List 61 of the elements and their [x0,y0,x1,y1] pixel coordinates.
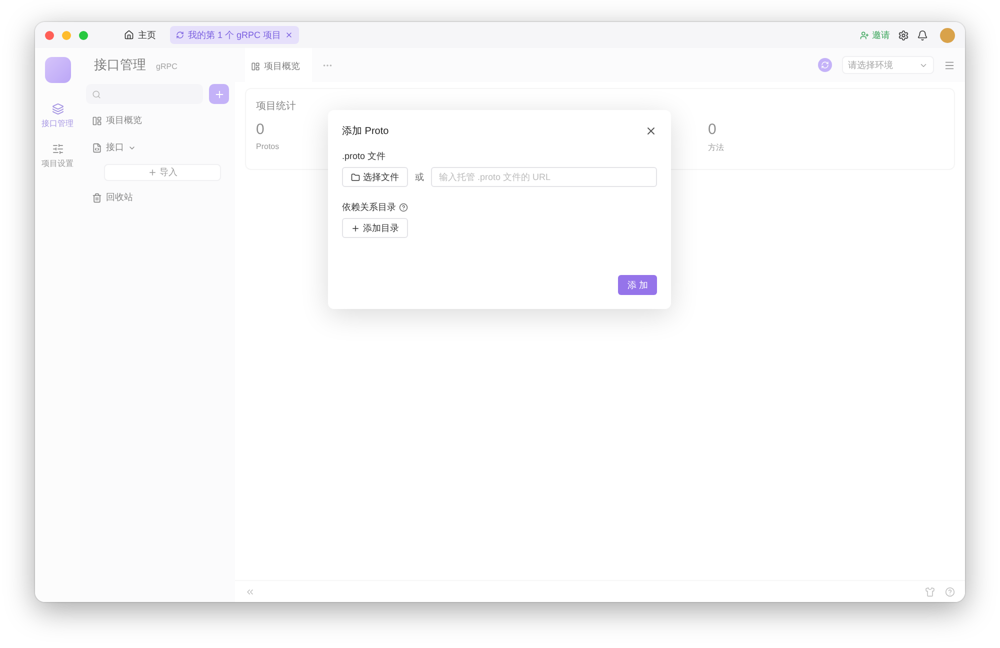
settings-icon[interactable] [898,30,909,40]
layout-icon [92,116,102,126]
close-icon[interactable] [285,31,294,39]
choose-file-button[interactable]: 选择文件 [342,167,408,187]
stat-value: 0 [708,121,718,138]
bell-icon[interactable] [917,30,928,40]
plus-icon [214,88,224,100]
or-text: 或 [415,170,424,184]
layout-icon [251,62,260,70]
app-logo [44,57,70,83]
folder-icon [351,172,360,182]
search-icon [92,90,101,98]
sidebar-item-label: 项目概览 [106,114,142,127]
plus-icon [351,224,360,232]
code-icon [92,142,102,152]
window-tab[interactable]: 主页 [118,26,162,44]
invite-button[interactable]: 邀请 [860,28,890,42]
sidebar-item-label: 回收站 [106,191,133,204]
add-user-icon [860,30,869,40]
close-light[interactable] [45,30,54,40]
url-input[interactable]: 输入托管 .proto 文件的 URL [431,167,657,187]
sidebar-item-label: 接口 [106,141,124,154]
add-button[interactable] [209,84,229,104]
stat-label: 方法 [708,142,724,153]
stat-label: Protos [256,142,280,151]
sidebar-item[interactable]: 接口 [86,137,229,158]
sync-button[interactable] [818,58,832,72]
close-button[interactable] [645,125,657,137]
sync-icon [821,61,829,69]
submit-button[interactable]: 添 加 [618,275,657,295]
sync-icon [176,31,184,39]
search-field[interactable] [86,84,203,104]
stat-value: 0 [256,121,266,138]
sidebar-subtitle: gRPC [156,62,178,71]
collapse-icon[interactable] [245,586,255,596]
rail-item[interactable]: 项目设置 [42,143,74,169]
field-label: .proto 文件 [342,150,387,163]
menu-icon[interactable] [944,60,955,70]
environment-select[interactable]: 请选择环境 [842,56,934,74]
zoom-light[interactable] [79,30,88,40]
rail-item[interactable]: 接口管理 [42,103,74,129]
settings-icon [52,143,64,155]
sidebar-item[interactable]: 项目概览 [86,110,229,131]
sidebar-title: 接口管理 [94,56,146,74]
shirt-icon[interactable] [925,586,935,596]
trash-icon [92,192,102,202]
window-tab[interactable]: 我的第 1 个 gRPC 项目 [170,26,300,44]
dialog-title: 添加 Proto [342,124,389,138]
minimize-light[interactable] [62,30,71,40]
field-label: 依赖关系目录 [342,201,396,214]
plus-icon [148,168,156,177]
home-icon [124,30,134,40]
import-button[interactable]: 导入 [104,164,221,181]
add-directory-button[interactable]: 添加目录 [342,218,408,238]
card-title: 项目统计 [256,100,296,113]
stack-icon [52,103,64,115]
sidebar-item[interactable]: 回收站 [86,187,229,208]
close-icon [645,125,657,137]
avatar[interactable] [940,28,955,42]
help-icon[interactable] [399,203,408,212]
page-tab[interactable]: 项目概览 [245,48,312,82]
